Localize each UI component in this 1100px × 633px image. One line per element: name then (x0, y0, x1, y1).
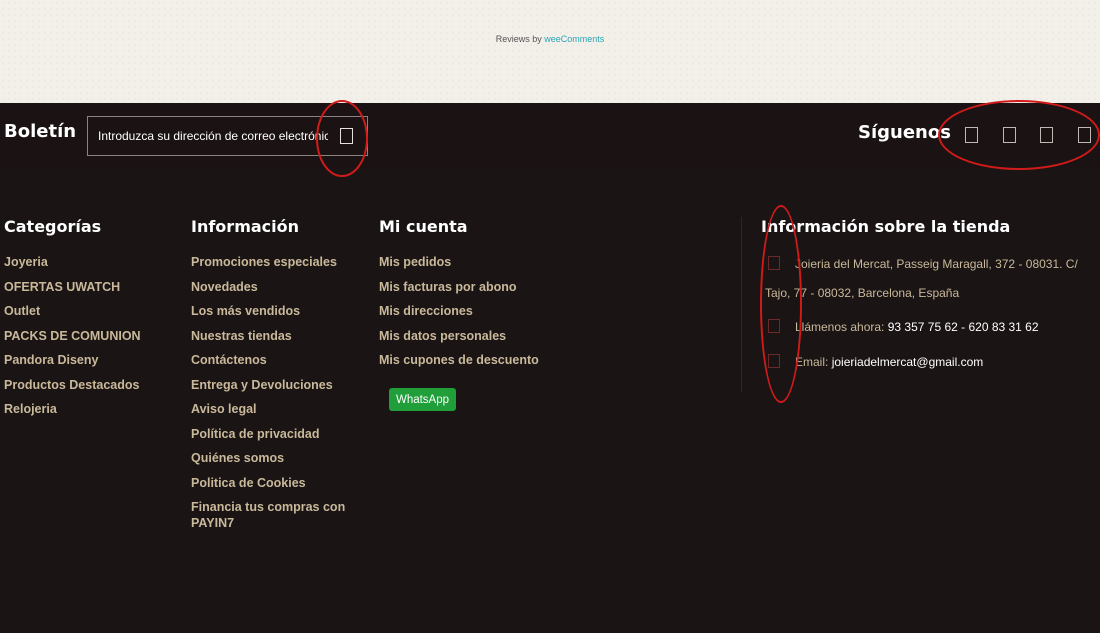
info-link[interactable]: Novedades (191, 280, 258, 294)
twitter-icon[interactable] (1003, 127, 1016, 143)
store-address-line1: Joieria del Mercat, Passeig Maragall, 37… (795, 257, 1078, 271)
list-item: Entrega y Devoluciones (191, 373, 361, 398)
phone-icon (768, 319, 780, 333)
list-item: Productos Destacados (4, 373, 141, 398)
list-item: Pandora Diseny (4, 348, 141, 373)
list-item: Financia tus compras con PAYIN7 (191, 495, 361, 531)
list-item: Mis facturas por abono (379, 275, 539, 300)
category-link[interactable]: Pandora Diseny (4, 353, 98, 367)
category-link[interactable]: Relojeria (4, 402, 57, 416)
list-item: PACKS DE COMUNION (4, 324, 141, 349)
list-item: Outlet (4, 299, 141, 324)
tienda-title: Información sobre la tienda (761, 217, 1011, 236)
store-divider (741, 217, 742, 392)
envelope-icon (768, 354, 780, 368)
informacion-list: Promociones especiales Novedades Los más… (191, 250, 361, 531)
newsletter-title: Boletín (4, 121, 77, 142)
categorias-title: Categorías (4, 217, 102, 236)
account-link[interactable]: Mis cupones de descuento (379, 353, 539, 367)
list-item: Política de privacidad (191, 422, 361, 447)
map-marker-icon (768, 256, 780, 270)
info-link[interactable]: Nuestras tiendas (191, 329, 292, 343)
category-link[interactable]: Joyeria (4, 255, 48, 269)
list-item: Novedades (191, 275, 361, 300)
info-link[interactable]: Financia tus compras con PAYIN7 (191, 500, 345, 530)
list-item: Los más vendidos (191, 299, 361, 324)
list-item: Politica de Cookies (191, 471, 361, 496)
store-address-line2: Tajo, 77 - 08032, Barcelona, España (765, 286, 960, 300)
email-label: Email: (795, 355, 832, 369)
info-link[interactable]: Quiénes somos (191, 451, 284, 465)
list-item: Mis cupones de descuento (379, 348, 539, 373)
facebook-icon[interactable] (965, 127, 978, 143)
email-value[interactable]: joieriadelmercat@gmail.com (832, 355, 984, 369)
info-link[interactable]: Entrega y Devoluciones (191, 378, 333, 392)
list-item: Nuestras tiendas (191, 324, 361, 349)
newsletter-form (87, 116, 368, 156)
newsletter-email-input[interactable] (98, 117, 328, 155)
informacion-title: Información (191, 217, 300, 236)
list-item: Contáctenos (191, 348, 361, 373)
category-link[interactable]: OFERTAS UWATCH (4, 280, 120, 294)
category-link[interactable]: Productos Destacados (4, 378, 139, 392)
instagram-icon[interactable] (1078, 127, 1091, 143)
info-link[interactable]: Aviso legal (191, 402, 257, 416)
info-link[interactable]: Politica de Cookies (191, 476, 306, 490)
categorias-list: Joyeria OFERTAS UWATCH Outlet PACKS DE C… (4, 250, 141, 422)
list-item: Mis datos personales (379, 324, 539, 349)
list-item: Quiénes somos (191, 446, 361, 471)
list-item: Relojeria (4, 397, 141, 422)
store-email: Email: joieriadelmercat@gmail.com (795, 355, 983, 369)
category-link[interactable]: Outlet (4, 304, 40, 318)
info-link[interactable]: Promociones especiales (191, 255, 337, 269)
youtube-icon[interactable] (1040, 127, 1053, 143)
list-item: Joyeria (4, 250, 141, 275)
list-item: Aviso legal (191, 397, 361, 422)
info-link[interactable]: Los más vendidos (191, 304, 300, 318)
follow-title: Síguenos (858, 122, 951, 143)
info-link[interactable]: Contáctenos (191, 353, 267, 367)
account-link[interactable]: Mis direcciones (379, 304, 473, 318)
list-item: Mis direcciones (379, 299, 539, 324)
account-link[interactable]: Mis facturas por abono (379, 280, 517, 294)
store-phone: Llámenos ahora: 93 357 75 62 - 620 83 31… (795, 320, 1039, 334)
list-item: OFERTAS UWATCH (4, 275, 141, 300)
category-link[interactable]: PACKS DE COMUNION (4, 329, 141, 343)
info-link[interactable]: Política de privacidad (191, 427, 320, 441)
phone-value[interactable]: 93 357 75 62 - 620 83 31 62 (888, 320, 1039, 334)
reviews-credit: Reviews by weeComments (0, 34, 1100, 44)
weecomments-link[interactable]: weeComments (544, 34, 604, 44)
account-link[interactable]: Mis datos personales (379, 329, 506, 343)
phone-label: Llámenos ahora: (795, 320, 888, 334)
reviews-prefix: Reviews by (495, 34, 545, 44)
envelope-icon[interactable] (340, 128, 353, 144)
cuenta-title: Mi cuenta (379, 217, 468, 236)
account-link[interactable]: Mis pedidos (379, 255, 451, 269)
reviews-band: Reviews by weeComments (0, 0, 1100, 103)
list-item: Mis pedidos (379, 250, 539, 275)
cuenta-list: Mis pedidos Mis facturas por abono Mis d… (379, 250, 539, 373)
footer-main (0, 168, 1100, 633)
whatsapp-button[interactable]: WhatsApp (389, 388, 456, 411)
list-item: Promociones especiales (191, 250, 361, 275)
